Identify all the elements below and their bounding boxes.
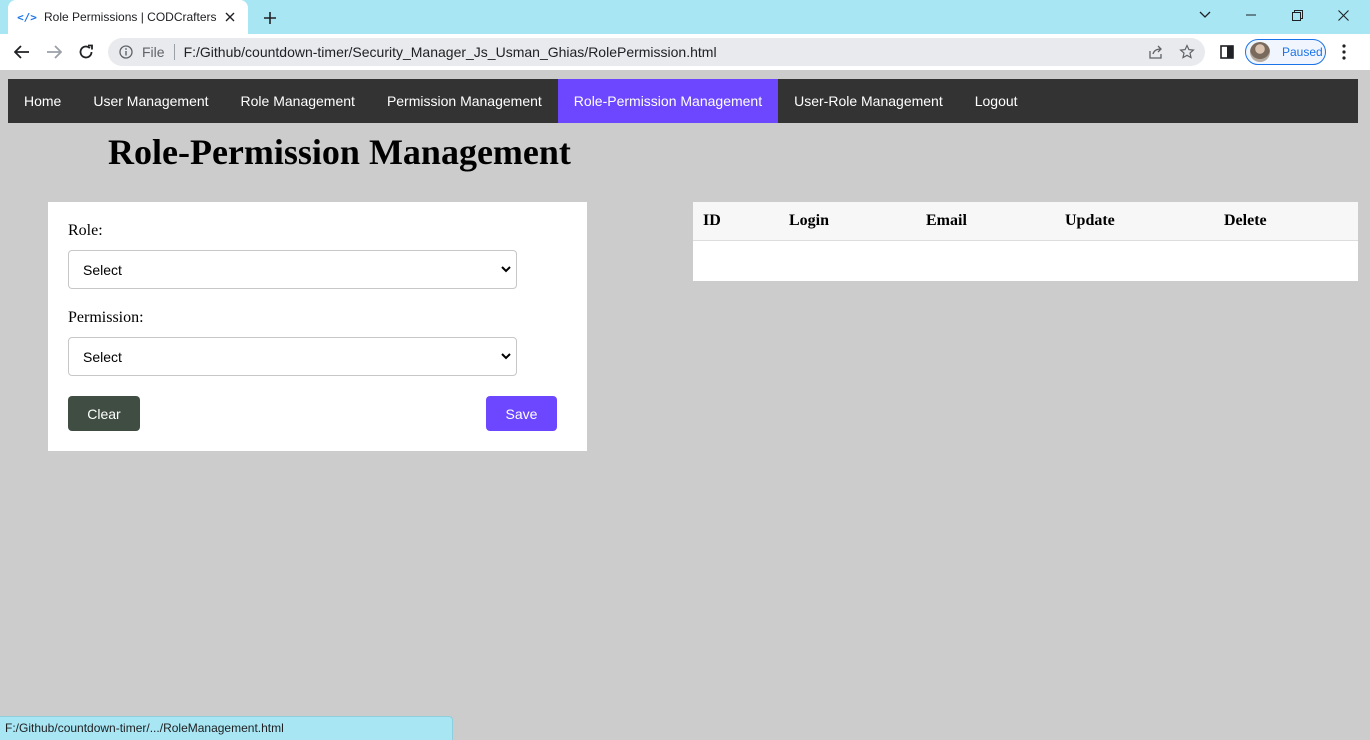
reload-icon — [79, 44, 93, 59]
browser-menu-button[interactable] — [1330, 38, 1358, 66]
side-panel-button[interactable] — [1213, 38, 1241, 66]
info-icon[interactable] — [118, 44, 134, 60]
role-label: Role: — [68, 222, 103, 239]
column-header-update: Update — [1065, 212, 1115, 229]
permission-label: Permission: — [68, 309, 144, 326]
address-bar[interactable]: File F:/Github/countdown-timer/Security_… — [108, 38, 1205, 66]
tab-title: Role Permissions | CODCrafters — [44, 10, 217, 24]
chevron-down-icon — [1199, 11, 1211, 18]
column-header-delete: Delete — [1224, 212, 1267, 229]
address-url[interactable]: F:/Github/countdown-timer/Security_Manag… — [184, 44, 717, 60]
page-title: Role-Permission Management — [108, 132, 571, 172]
permission-select-value: Select — [83, 348, 122, 365]
minimize-button[interactable] — [1228, 0, 1274, 30]
nav-link-role-permission-management[interactable]: Role-Permission Management — [557, 79, 779, 123]
arrow-left-icon — [14, 45, 29, 59]
minimize-icon — [1246, 14, 1256, 16]
role-select[interactable]: Select — [68, 250, 517, 289]
share-icon[interactable] — [1148, 44, 1164, 60]
address-divider — [173, 44, 175, 60]
nav-link-logout[interactable]: Logout — [959, 79, 1034, 123]
forward-button[interactable] — [40, 38, 68, 66]
restore-button[interactable] — [1274, 0, 1320, 30]
table-header: ID Login Email Update Delete — [693, 202, 1358, 241]
restore-icon — [1291, 9, 1303, 21]
close-window-button[interactable] — [1320, 0, 1366, 30]
reload-button[interactable] — [72, 38, 100, 66]
save-button[interactable]: Save — [486, 396, 557, 431]
column-header-id: ID — [703, 212, 721, 229]
bookmark-star-icon[interactable] — [1179, 44, 1195, 60]
page-body: Home User Management Role Management Per… — [0, 70, 1370, 740]
column-header-email: Email — [926, 212, 967, 229]
main-navbar: Home User Management Role Management Per… — [8, 79, 1358, 123]
kebab-menu-icon — [1342, 44, 1346, 60]
tab-search-button[interactable] — [1182, 0, 1228, 30]
arrow-right-icon — [47, 45, 62, 59]
browser-tab[interactable]: </> Role Permissions | CODCrafters — [8, 0, 248, 34]
chevron-down-icon — [496, 347, 516, 367]
clear-button[interactable]: Clear — [68, 396, 140, 431]
address-scheme: File — [142, 44, 165, 60]
role-select-value: Select — [83, 261, 122, 278]
plus-icon — [264, 12, 276, 24]
chevron-down-icon — [496, 260, 516, 280]
profile-button[interactable]: Paused — [1245, 39, 1326, 65]
browser-tab-strip: </> Role Permissions | CODCrafters — [0, 0, 1370, 34]
close-tab-icon[interactable] — [222, 9, 238, 25]
avatar — [1250, 42, 1270, 62]
new-tab-button[interactable] — [258, 6, 282, 30]
role-permission-form: Role: Select Permission: Select Clear Sa… — [48, 202, 587, 451]
column-header-login: Login — [789, 212, 830, 229]
role-permission-table: ID Login Email Update Delete — [693, 202, 1358, 281]
nav-link-home[interactable]: Home — [8, 79, 77, 123]
profile-status: Paused — [1282, 45, 1323, 59]
nav-link-permission-management[interactable]: Permission Management — [371, 79, 558, 123]
nav-link-user-management[interactable]: User Management — [77, 79, 224, 123]
nav-link-role-management[interactable]: Role Management — [225, 79, 371, 123]
code-icon: </> — [17, 10, 37, 24]
side-panel-icon — [1220, 45, 1234, 59]
browser-toolbar: File F:/Github/countdown-timer/Security_… — [0, 34, 1370, 70]
link-status-bubble: F:/Github/countdown-timer/.../RoleManage… — [0, 716, 453, 740]
permission-select[interactable]: Select — [68, 337, 517, 376]
close-icon — [1337, 9, 1349, 21]
nav-link-user-role-management[interactable]: User-Role Management — [778, 79, 959, 123]
back-button[interactable] — [8, 38, 36, 66]
